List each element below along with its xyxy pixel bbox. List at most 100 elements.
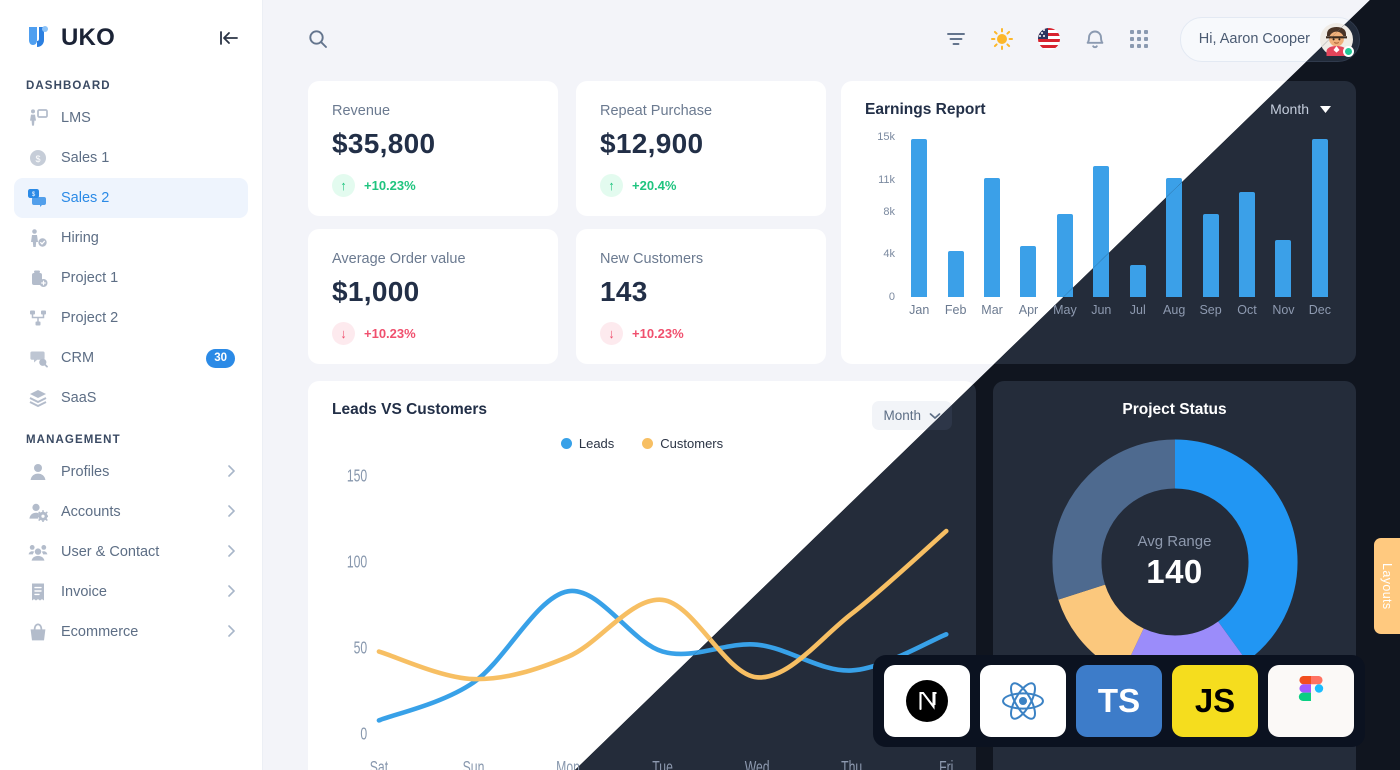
stat-value: $1,000	[332, 276, 420, 307]
stat-delta: ↑ +10.23%	[332, 174, 534, 197]
bar-column[interactable]	[1265, 137, 1301, 297]
collapse-sidebar-icon[interactable]	[218, 28, 240, 48]
react-logo-icon[interactable]	[980, 665, 1066, 737]
svg-text:$: $	[35, 154, 40, 164]
ecommerce-icon	[27, 622, 48, 643]
bar-column[interactable]	[1010, 137, 1046, 297]
sidebar-item-crm[interactable]: CRM 30	[14, 338, 248, 378]
sidebar-item-project-1[interactable]: Project 1	[14, 258, 248, 298]
sidebar-item-accounts[interactable]: Accounts	[14, 492, 248, 532]
lms-icon	[27, 108, 48, 129]
stat-card-average-order-value[interactable]: Average Order value $1,000 ↓ +10.23%	[308, 229, 558, 364]
stat-card-repeat-purchase[interactable]: Repeat Purchase $12,900 ↑ +20.4%	[576, 81, 826, 216]
hiring-icon	[27, 228, 48, 249]
chevron-right-icon	[228, 584, 236, 600]
us-flag-icon[interactable]	[1037, 27, 1061, 51]
chevron-right-icon	[228, 504, 236, 520]
bar-x-tick: Mar	[981, 303, 1003, 317]
figma-logo-icon[interactable]	[1268, 665, 1354, 737]
crm-icon	[27, 348, 48, 369]
bar-nov	[1275, 240, 1292, 297]
bar-x-tick: Dec	[1308, 303, 1331, 317]
sidebar-item-user-contact[interactable]: User & Contact	[14, 532, 248, 572]
legend-color-dot	[560, 438, 572, 449]
legend-item-customers[interactable]: Customers	[642, 436, 723, 451]
chevron-down-icon	[1320, 105, 1331, 113]
stat-value: 143	[600, 276, 648, 307]
sidebar-item-label: CRM	[61, 350, 95, 366]
sidebar-item-saas[interactable]: SaaS	[14, 378, 248, 418]
bar-y-tick: 8k	[883, 205, 895, 218]
earnings-range-select[interactable]: Month	[1270, 101, 1332, 117]
sidebar-item-lms[interactable]: LMS	[14, 98, 248, 138]
sidebar-item-label: User & Contact	[61, 544, 160, 560]
typescript-logo-icon[interactable]: TS	[1076, 665, 1162, 737]
stat-value: $12,900	[600, 128, 704, 159]
donut-center: Avg Range 140	[1046, 433, 1304, 691]
earnings-range-label: Month	[1270, 101, 1309, 117]
sales-1-icon: $	[27, 148, 48, 169]
topbar-actions: Hi, Aaron Cooper	[945, 16, 1360, 62]
sidebar-item-sales-1[interactable]: $ Sales 1	[14, 138, 248, 178]
bar-sep	[1202, 213, 1219, 297]
user-contact-icon	[27, 542, 48, 563]
profiles-icon	[27, 462, 48, 483]
arrow-up-icon: ↑	[332, 174, 355, 197]
line-x-tick: Sat	[370, 758, 389, 770]
sidebar-item-label: Project 1	[61, 270, 119, 286]
sidebar-item-profiles[interactable]: Profiles	[14, 452, 248, 492]
bar-x-tick: Jun	[1091, 303, 1112, 317]
project-2-icon	[27, 308, 48, 329]
bar-x-tick: Apr	[1018, 303, 1039, 317]
bell-notification-icon[interactable]	[1084, 28, 1106, 51]
line-x-tick: Tue	[652, 758, 673, 770]
invoice-icon	[27, 582, 48, 603]
project-status-title: Project Status	[1122, 401, 1227, 418]
bar-column[interactable]	[1047, 137, 1083, 297]
bar-dec	[1311, 139, 1328, 297]
stat-delta-value: +10.23%	[364, 326, 416, 341]
sidebar-item-label: Profiles	[61, 464, 110, 480]
brand-name: UKO	[61, 24, 115, 51]
javascript-logo-icon[interactable]: JS	[1172, 665, 1258, 737]
sidebar-item-hiring[interactable]: Hiring	[14, 218, 248, 258]
bar-x-tick: Feb	[944, 303, 967, 317]
uko-logo-icon	[26, 24, 52, 52]
sidebar-item-ecommerce[interactable]: Ecommerce	[14, 612, 248, 652]
brand[interactable]: UKO	[26, 24, 115, 52]
bar-column[interactable]	[1302, 137, 1338, 297]
bar-column[interactable]	[1229, 137, 1265, 297]
sun-theme-icon[interactable]	[990, 27, 1014, 51]
sidebar-item-label: Invoice	[61, 584, 107, 600]
bar-column[interactable]	[974, 137, 1010, 297]
legend-color-dot	[642, 438, 654, 449]
layouts-tab[interactable]: Layouts	[1374, 538, 1400, 634]
bar-column[interactable]	[937, 137, 973, 297]
bar-column[interactable]	[901, 137, 937, 297]
search-icon[interactable]	[307, 28, 329, 50]
sidebar-item-badge: 30	[206, 348, 235, 368]
legend-item-leads[interactable]: Leads	[560, 436, 614, 451]
sidebar-item-project-2[interactable]: Project 2	[14, 298, 248, 338]
bar-x-tick: Jul	[1129, 303, 1146, 317]
tech-tile-label: JS	[1194, 682, 1236, 719]
tech-stack-strip: TS JS	[873, 655, 1365, 747]
stat-delta: ↓ +10.23%	[600, 322, 802, 345]
saas-icon	[27, 388, 48, 409]
donut-center-value: 140	[1146, 553, 1203, 590]
apps-grid-icon[interactable]	[1129, 29, 1149, 49]
bar-mar	[984, 177, 1001, 297]
sidebar-item-invoice[interactable]: Invoice	[14, 572, 248, 612]
stat-card-new-customers[interactable]: New Customers 143 ↓ +10.23%	[576, 229, 826, 364]
sidebar-item-sales-2[interactable]: $ Sales 2	[14, 178, 248, 218]
stat-delta-value: +20.4%	[632, 178, 677, 193]
nextjs-logo-icon[interactable]	[884, 665, 970, 737]
stat-title: New Customers	[600, 251, 704, 267]
bar-y-tick: 11k	[878, 173, 895, 186]
bar-x-tick: Sep	[1199, 303, 1222, 317]
arrow-down-icon: ↓	[600, 322, 623, 345]
filter-lines-icon[interactable]	[945, 28, 967, 50]
stat-card-revenue[interactable]: Revenue $35,800 ↑ +10.23%	[308, 81, 558, 216]
sidebar-section-management: MANAGEMENT	[26, 434, 121, 446]
stat-delta: ↑ +20.4%	[600, 174, 802, 197]
